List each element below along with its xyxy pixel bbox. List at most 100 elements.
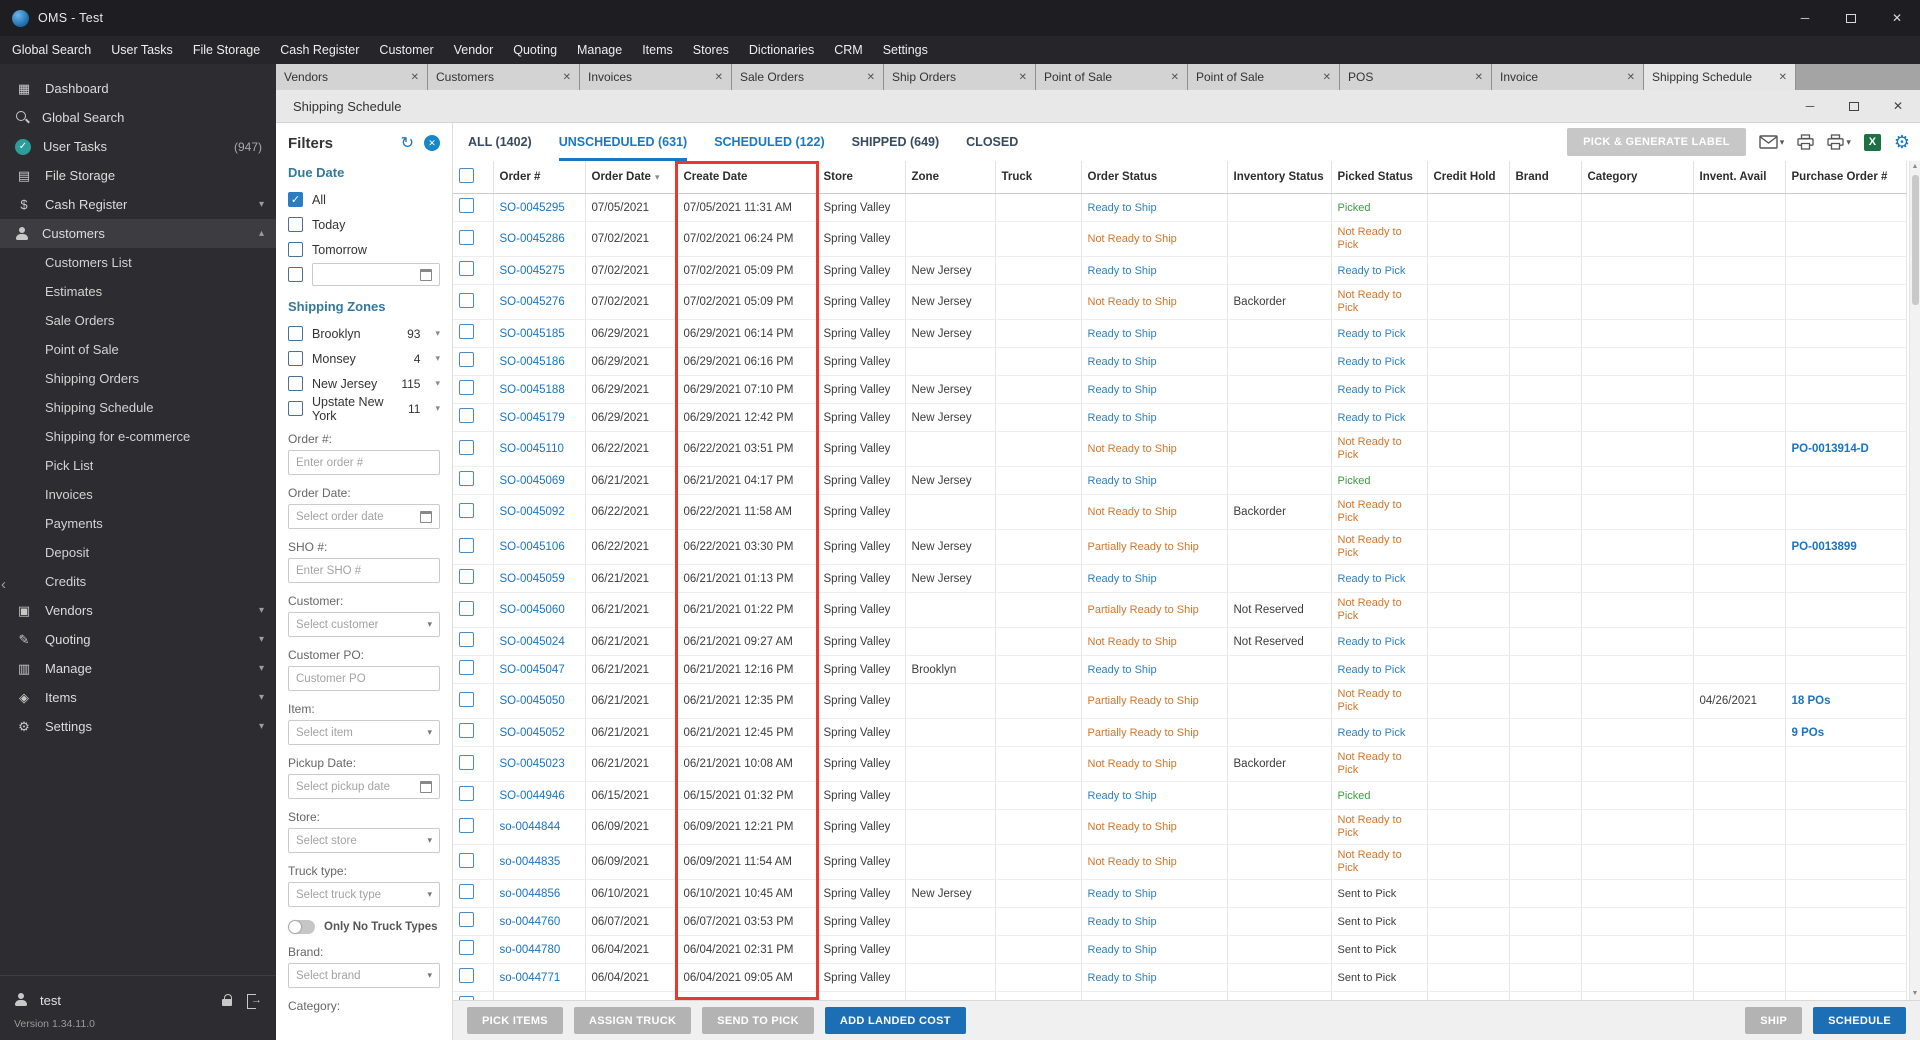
filter-due-tomorrow[interactable]: Tomorrow [288, 237, 440, 262]
order-link[interactable]: SO-0045185 [500, 328, 565, 340]
row-checkbox[interactable] [459, 569, 474, 584]
col-header-purchase_order[interactable]: Purchase Order # [1785, 161, 1907, 194]
row-checkbox[interactable] [459, 324, 474, 339]
order-link[interactable]: SO-0045106 [500, 541, 565, 553]
checkbox[interactable] [288, 401, 303, 416]
filter-customer-input[interactable]: Select customer ▾ [288, 612, 440, 637]
row-checkbox[interactable] [459, 940, 474, 955]
status-tab-all-1402[interactable]: ALL (1402) [468, 123, 532, 161]
table-row[interactable]: so-004476106/02/202106/02/2021 12:58 PMS… [453, 991, 1907, 1000]
sidebar-item-estimates[interactable]: Estimates [0, 277, 276, 306]
order-link[interactable]: SO-0045052 [500, 727, 565, 739]
row-checkbox[interactable] [459, 198, 474, 213]
refresh-icon[interactable]: ↻ [401, 133, 414, 153]
order-link[interactable]: so-0044760 [500, 916, 561, 928]
close-icon[interactable]: ✕ [405, 72, 419, 83]
row-checkbox[interactable] [459, 754, 474, 770]
filter-pickup-date-input[interactable]: Select pickup date [288, 774, 440, 799]
chevron-down-icon[interactable]: ▾ [435, 378, 440, 389]
row-checkbox[interactable] [459, 996, 474, 1000]
toggle-switch[interactable] [288, 920, 315, 934]
col-header-truck[interactable]: Truck [995, 161, 1082, 194]
scroll-thumb[interactable] [1911, 175, 1919, 305]
select-all-checkbox[interactable] [459, 168, 474, 183]
table-row[interactable]: SO-0045092 06/22/2021 06/22/2021 11:58 AM S… [453, 494, 1907, 530]
panel-close-button[interactable]: ✕ [1876, 90, 1920, 122]
table-row[interactable]: SO-0045052 06/21/2021 06/21/2021 12:45 PM S… [453, 718, 1907, 747]
col-header-select[interactable] [453, 161, 494, 194]
sidebar-item-user-tasks[interactable]: ✓ User Tasks (947) [0, 132, 276, 161]
sidebar-item-customers-list[interactable]: Customers List [0, 248, 276, 277]
close-icon[interactable]: ✕ [1317, 72, 1331, 83]
settings-gear-icon[interactable]: ⚙ [1894, 132, 1910, 153]
table-row[interactable]: SO-0045106 06/22/2021 06/22/2021 03:30 PM S… [453, 529, 1907, 565]
doc-tab-customers-1[interactable]: Customers ✕ [428, 64, 580, 90]
order-link[interactable]: SO-0045186 [500, 356, 565, 368]
row-checkbox[interactable] [459, 723, 474, 738]
status-tab-closed[interactable]: CLOSED [966, 123, 1018, 161]
sidebar-item-cash-register[interactable]: $ Cash Register ▾ [0, 190, 276, 219]
order-link[interactable]: SO-0045295 [500, 202, 565, 214]
pick-generate-label-button[interactable]: PICK & GENERATE LABEL [1567, 128, 1746, 156]
table-row[interactable]: SO-0045295 07/05/2021 07/05/2021 11:31 AM S… [453, 193, 1907, 222]
menu-item-manage[interactable]: Manage [567, 36, 632, 64]
close-icon[interactable]: ✕ [1013, 72, 1027, 83]
filter-truck-type-input[interactable]: Select truck type ▾ [288, 882, 440, 907]
menu-item-quoting[interactable]: Quoting [503, 36, 567, 64]
doc-tab-pos-7[interactable]: POS ✕ [1340, 64, 1492, 90]
sidebar-item-shipping-for-e-commerce[interactable]: Shipping for e-commerce [0, 422, 276, 451]
scroll-down-icon[interactable]: ▼ [1912, 988, 1919, 1000]
table-row[interactable]: SO-0045179 06/29/2021 06/29/2021 12:42 PM S… [453, 403, 1907, 432]
col-header-invent_avail[interactable]: Invent. Avail [1693, 161, 1786, 194]
table-row[interactable]: SO-0045275 07/02/2021 07/02/2021 05:09 PM S… [453, 256, 1907, 285]
order-link[interactable]: SO-0044946 [500, 790, 565, 802]
table-row[interactable]: SO-0045069 06/21/2021 06/21/2021 04:17 PM S… [453, 466, 1907, 495]
row-checkbox[interactable] [459, 884, 474, 899]
order-link[interactable]: so-0044844 [500, 821, 561, 833]
row-checkbox[interactable] [459, 537, 474, 553]
purchase-order-link[interactable]: 9 POs [1792, 727, 1825, 739]
sidebar-item-items[interactable]: ◈ Items ▾ [0, 683, 276, 712]
filter-store-input[interactable]: Select store ▾ [288, 828, 440, 853]
table-row[interactable]: SO-0045024 06/21/2021 06/21/2021 09:27 AM S… [453, 627, 1907, 656]
menu-item-customer[interactable]: Customer [369, 36, 443, 64]
table-row[interactable]: SO-0045276 07/02/2021 07/02/2021 05:09 PM S… [453, 284, 1907, 320]
filter-zone-brooklyn[interactable]: Brooklyn 93 ▾ [288, 321, 440, 346]
close-icon[interactable]: ✕ [709, 72, 723, 83]
sidebar-collapse-icon[interactable]: ‹ [1, 576, 6, 593]
mail-icon[interactable]: ▾ [1759, 135, 1784, 149]
order-link[interactable]: SO-0045110 [500, 443, 564, 455]
checkbox[interactable] [288, 351, 303, 366]
table-row[interactable]: so-0044780 06/04/2021 06/04/2021 02:31 PM S… [453, 935, 1907, 964]
row-checkbox[interactable] [459, 660, 474, 675]
order-link[interactable]: SO-0045047 [500, 664, 565, 676]
row-checkbox[interactable] [459, 852, 474, 868]
menu-item-user-tasks[interactable]: User Tasks [101, 36, 183, 64]
order-link[interactable]: SO-0045286 [500, 233, 565, 245]
status-tab-scheduled-122[interactable]: SCHEDULED (122) [714, 123, 824, 161]
purchase-order-link[interactable]: PO-0013914-D [1792, 443, 1869, 455]
row-checkbox[interactable] [459, 691, 474, 707]
col-header-brand[interactable]: Brand [1509, 161, 1582, 194]
doc-tab-point-of-sale-6[interactable]: Point of Sale ✕ [1188, 64, 1340, 90]
lock-icon[interactable] [222, 993, 233, 1007]
order-link[interactable]: so-0044780 [500, 944, 561, 956]
minimize-button[interactable]: ─ [1782, 0, 1828, 36]
col-header-credit_hold[interactable]: Credit Hold [1427, 161, 1510, 194]
row-checkbox[interactable] [459, 912, 474, 927]
doc-tab-shipping-schedule-9[interactable]: Shipping Schedule ✕ [1644, 64, 1796, 90]
sidebar-item-invoices[interactable]: Invoices [0, 480, 276, 509]
doc-tab-vendors-0[interactable]: Vendors ✕ [276, 64, 428, 90]
sidebar-item-file-storage[interactable]: ▤ File Storage [0, 161, 276, 190]
checkbox[interactable] [288, 217, 303, 232]
doc-tab-ship-orders-4[interactable]: Ship Orders ✕ [884, 64, 1036, 90]
row-checkbox[interactable] [459, 817, 474, 833]
filter-zone-new-jersey[interactable]: New Jersey 115 ▾ [288, 371, 440, 396]
table-row[interactable]: SO-0045188 06/29/2021 06/29/2021 07:10 PM S… [453, 375, 1907, 404]
sidebar-item-shipping-schedule[interactable]: Shipping Schedule [0, 393, 276, 422]
footer-button-add-landed-cost[interactable]: ADD LANDED COST [824, 1007, 966, 1034]
col-header-picked_status[interactable]: Picked Status [1331, 161, 1428, 194]
sidebar-item-pick-list[interactable]: Pick List [0, 451, 276, 480]
table-row[interactable]: SO-0045186 06/29/2021 06/29/2021 06:16 PM S… [453, 347, 1907, 376]
due-date-input[interactable] [312, 263, 440, 286]
